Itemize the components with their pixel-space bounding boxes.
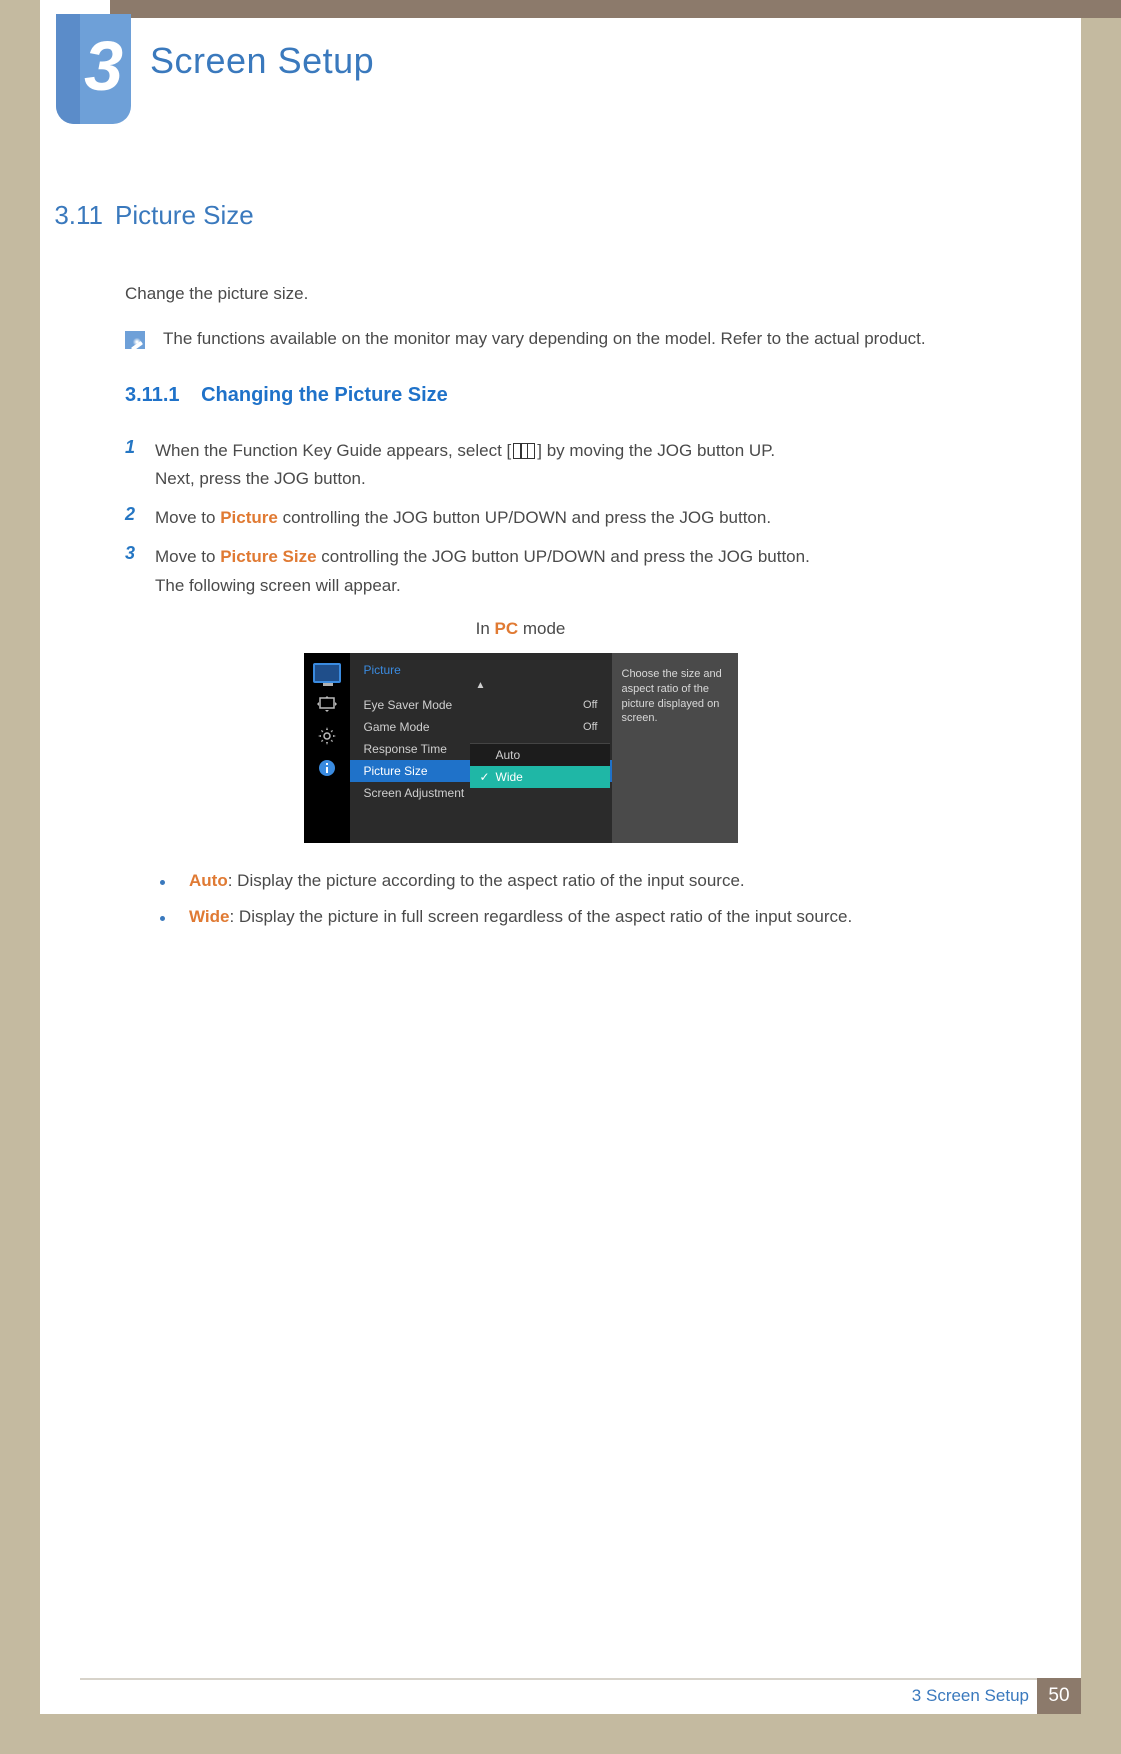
chapter-number: 3 — [84, 26, 123, 106]
note-text: The functions available on the monitor m… — [163, 329, 926, 349]
mode-keyword: PC — [495, 619, 519, 638]
bullets: Auto: Display the picture according to t… — [160, 871, 1001, 927]
step-body: When the Function Key Guide appears, sel… — [147, 437, 775, 495]
step-2: 2 Move to Picture controlling the JOG bu… — [125, 504, 1001, 533]
bullet-dot-icon — [160, 880, 165, 885]
osd: Picture ▲ Eye Saver Mode Off Game Mode O… — [304, 653, 738, 843]
keyword-picture: Picture — [220, 508, 278, 527]
osd-help-panel: Choose the size and aspect ratio of the … — [612, 653, 738, 843]
step-text: Move to — [155, 508, 220, 527]
subsection-heading: 3.11.1 Changing the Picture Size — [125, 384, 1001, 407]
chapter-title: Screen Setup — [150, 40, 374, 82]
section-title: Picture Size — [115, 200, 254, 231]
osd-row-value: Off — [583, 699, 597, 711]
osd-popup: Auto ✓ Wide — [470, 743, 610, 788]
step-text: Next, press the JOG button. — [155, 469, 366, 488]
menu-icon — [513, 443, 535, 459]
osd-option-label: Auto — [496, 748, 521, 762]
osd-row-label: Screen Adjustment — [364, 786, 465, 800]
osd-row-game-mode: Game Mode Off — [350, 716, 612, 738]
osd-row-value: Off — [583, 721, 597, 733]
mode-caption: In PC mode — [40, 619, 1001, 639]
display-icon — [314, 693, 340, 715]
content: 3.11 Picture Size Change the picture siz… — [40, 200, 1081, 943]
bullet-dot-icon — [160, 916, 165, 921]
mode-suffix: mode — [518, 619, 565, 638]
osd-row-label: Game Mode — [364, 720, 430, 734]
note-icon — [125, 331, 145, 349]
osd-option-auto: Auto — [470, 744, 610, 766]
note: The functions available on the monitor m… — [125, 329, 1001, 349]
osd-left-icons — [304, 653, 350, 843]
step-text: The following screen will appear. — [155, 576, 401, 595]
top-bar — [110, 0, 1121, 18]
step-text: Move to — [155, 547, 220, 566]
bullet-desc: : Display the picture in full screen reg… — [229, 907, 852, 926]
osd-header: Picture — [350, 663, 612, 677]
bullet-desc: : Display the picture according to the a… — [228, 871, 745, 890]
footer-page-number: 50 — [1037, 1678, 1081, 1714]
picture-icon — [313, 663, 341, 683]
keyword-picture-size: Picture Size — [220, 547, 316, 566]
bullet-keyword: Auto — [189, 871, 228, 890]
bullet-auto: Auto: Display the picture according to t… — [160, 871, 1001, 891]
page: 3 Screen Setup 3.11 Picture Size Change … — [40, 0, 1081, 1714]
checkmark-icon: ✓ — [480, 770, 492, 784]
step-1: 1 When the Function Key Guide appears, s… — [125, 437, 1001, 495]
chapter-badge-shade — [56, 14, 80, 124]
osd-row-label: Eye Saver Mode — [364, 698, 453, 712]
bullet-wide: Wide: Display the picture in full screen… — [160, 907, 1001, 927]
osd-option-wide: ✓ Wide — [470, 766, 610, 788]
step-text: When the Function Key Guide appears, sel… — [155, 441, 511, 460]
step-number: 1 — [125, 437, 147, 458]
osd-screenshot: Picture ▲ Eye Saver Mode Off Game Mode O… — [40, 653, 1001, 843]
section-intro: Change the picture size. — [125, 281, 1001, 307]
bullet-keyword: Wide — [189, 907, 229, 926]
footer-divider — [80, 1678, 1081, 1680]
step-body: Move to Picture controlling the JOG butt… — [147, 504, 771, 533]
subsection-number: 3.11.1 — [125, 384, 180, 406]
step-text: ] by moving the JOG button UP. — [537, 441, 775, 460]
footer-label: 3 Screen Setup — [912, 1686, 1029, 1706]
osd-main-panel: Picture ▲ Eye Saver Mode Off Game Mode O… — [350, 653, 612, 843]
chapter-badge: 3 — [56, 14, 131, 124]
section-number: 3.11 — [40, 200, 115, 231]
bullet-text: Auto: Display the picture according to t… — [189, 871, 745, 891]
step-number: 3 — [125, 543, 147, 564]
step-body: Move to Picture Size controlling the JOG… — [147, 543, 810, 601]
section-heading: 3.11 Picture Size — [40, 200, 1001, 231]
mode-prefix: In — [476, 619, 495, 638]
step-number: 2 — [125, 504, 147, 525]
up-arrow-icon: ▲ — [350, 681, 612, 691]
osd-row-eye-saver: Eye Saver Mode Off — [350, 694, 612, 716]
steps-list: 1 When the Function Key Guide appears, s… — [125, 437, 1001, 601]
bullet-text: Wide: Display the picture in full screen… — [189, 907, 852, 927]
footer: 3 Screen Setup 50 — [40, 1678, 1081, 1714]
step-text: controlling the JOG button UP/DOWN and p… — [317, 547, 810, 566]
info-icon — [314, 757, 340, 779]
subsection-title: Changing the Picture Size — [201, 384, 448, 406]
osd-row-label: Picture Size — [364, 764, 428, 778]
settings-icon — [314, 725, 340, 747]
osd-row-label: Response Time — [364, 742, 447, 756]
step-3: 3 Move to Picture Size controlling the J… — [125, 543, 1001, 601]
osd-option-label: Wide — [496, 770, 523, 784]
step-text: controlling the JOG button UP/DOWN and p… — [278, 508, 771, 527]
